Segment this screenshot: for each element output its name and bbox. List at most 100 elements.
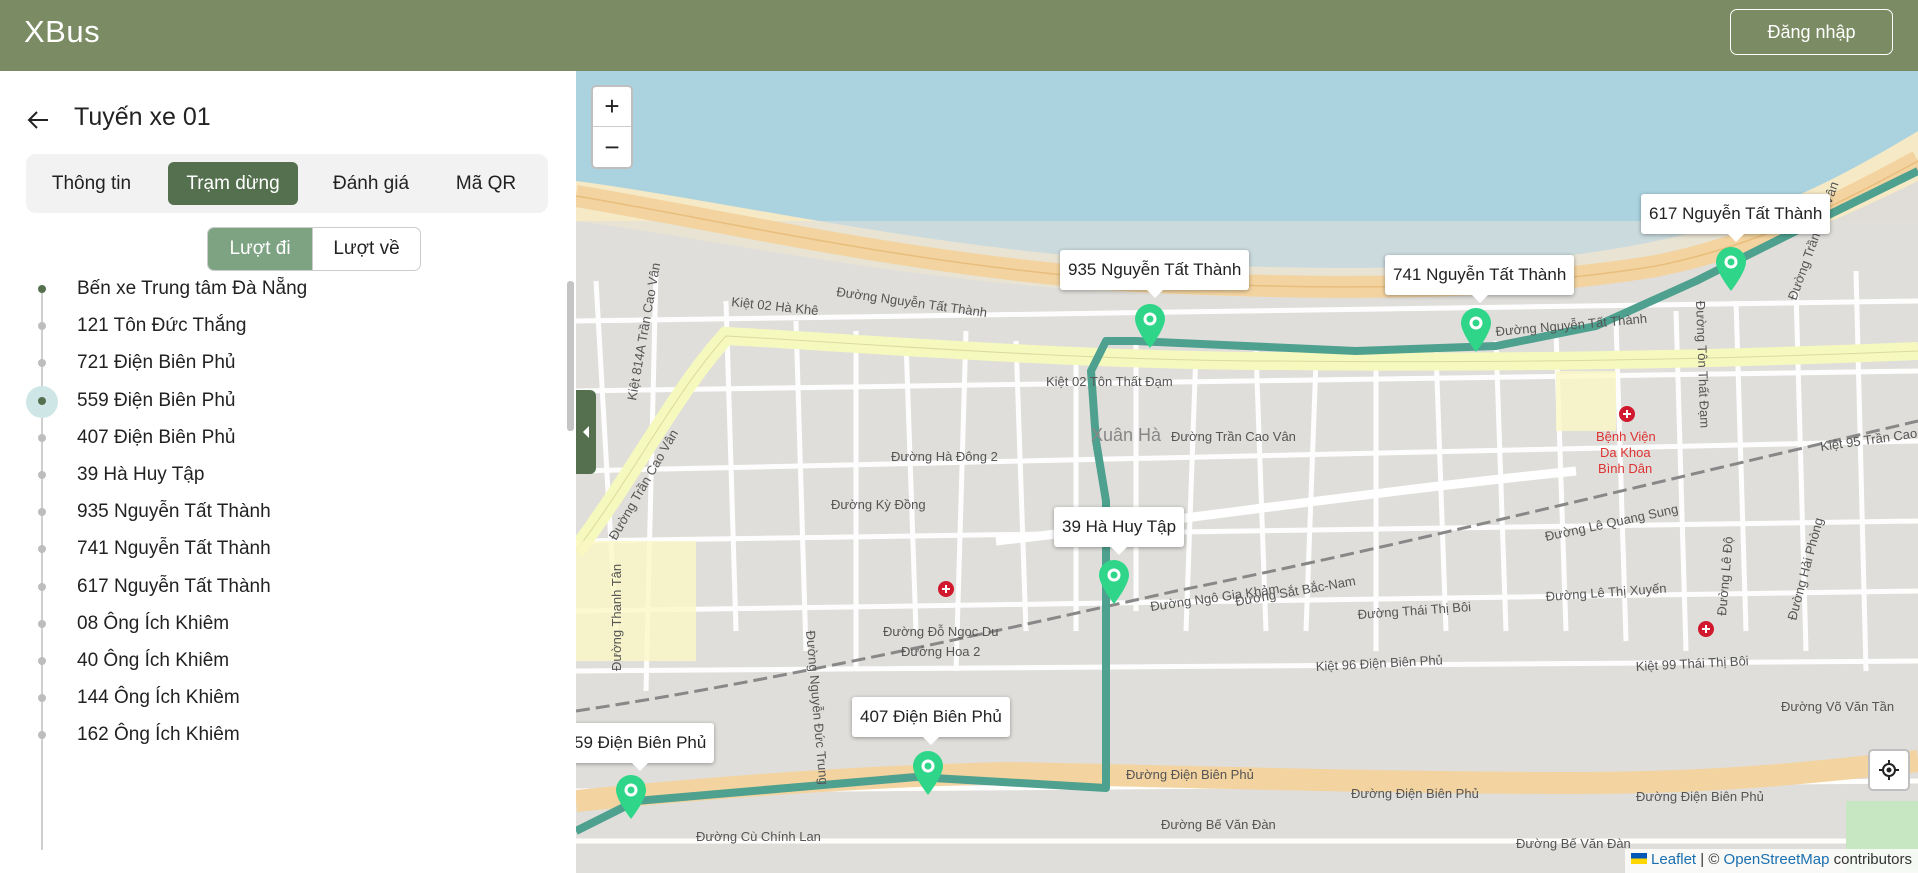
stop-dot-icon	[38, 359, 46, 368]
stop-list-item[interactable]: 121 Tôn Đức Thắng	[0, 311, 560, 341]
zoom-in-button[interactable]: +	[593, 87, 631, 127]
stop-list-item[interactable]: 741 Nguyễn Tất Thành	[0, 534, 560, 564]
stop-dot-icon	[38, 657, 46, 665]
street-label: Đường Đỗ Ngọc Du	[883, 624, 999, 639]
stop-dot-icon	[38, 508, 46, 517]
top-navbar: XBus Đăng nhập	[0, 0, 1918, 71]
stop-list-item[interactable]: 162 Ông Ích Khiêm	[0, 720, 560, 750]
street-label: Kiệt 02 Tôn Thất Đạm	[1046, 374, 1173, 389]
stop-dot-icon	[38, 471, 46, 479]
stop-name: 559 Điện Biên Phủ	[77, 389, 236, 411]
stop-dot-icon	[38, 694, 46, 703]
street-label: Đường Bế Văn Đàn	[1161, 817, 1276, 832]
stop-list-item[interactable]: 935 Nguyễn Tất Thành	[0, 497, 560, 527]
street-label: Đường Kỳ Đồng	[831, 497, 926, 512]
street-label: Đường Hoa 2	[901, 644, 980, 659]
stop-list-item[interactable]: 721 Điện Biên Phủ	[0, 348, 560, 378]
route-title: Tuyến xe 01	[74, 103, 211, 131]
stop-dot-icon	[38, 285, 46, 293]
direction-outbound-button[interactable]: Lượt đi	[208, 228, 312, 270]
stop-marker-pin-icon[interactable]	[1714, 246, 1748, 292]
street-label: Đường Điện Biên Phủ	[1126, 767, 1254, 782]
stop-list-item[interactable]: Bến xe Trung tâm Đà Nẵng	[0, 274, 560, 304]
stop-marker-pin-icon[interactable]	[1459, 307, 1493, 353]
stop-list-item[interactable]: 40 Ông Ích Khiêm	[0, 646, 560, 676]
hospital-icon	[1619, 406, 1635, 422]
map-attribution: Leaflet | © OpenStreetMap contributors	[1624, 849, 1918, 873]
stop-name: 721 Điện Biên Phủ	[77, 352, 236, 374]
street-label: Đường Thanh Tân	[609, 564, 624, 671]
street-label: Đường Điện Biên Phủ	[1636, 789, 1764, 804]
poi-label: Bệnh Viện	[1596, 429, 1656, 444]
osm-link[interactable]: OpenStreetMap	[1724, 851, 1830, 868]
hospital-icon	[938, 581, 954, 597]
tab-reviews[interactable]: Đánh giá	[316, 162, 426, 205]
poi-label: Bình Dân	[1598, 461, 1652, 476]
stop-name: 08 Ông Ích Khiêm	[77, 612, 230, 634]
direction-toggle: Lượt đi Lượt về	[207, 227, 421, 271]
stop-list-item[interactable]: 144 Ông Ích Khiêm	[0, 683, 560, 713]
stop-name: Bến xe Trung tâm Đà Nẵng	[77, 278, 308, 299]
stop-list-item[interactable]: 617 Nguyễn Tất Thành	[0, 572, 560, 602]
stop-name: 162 Ông Ích Khiêm	[77, 724, 240, 746]
tab-info[interactable]: Thông tin	[34, 162, 149, 205]
zoom-control: + −	[591, 85, 633, 169]
area-label: Xuân Hà	[1091, 425, 1162, 445]
direction-return-button[interactable]: Lượt về	[312, 228, 420, 270]
ukraine-flag-icon	[1630, 853, 1647, 864]
stop-marker-pin-icon[interactable]	[1133, 303, 1167, 349]
leaflet-link[interactable]: Leaflet	[1651, 851, 1696, 868]
tab-qr[interactable]: Mã QR	[436, 162, 536, 205]
stop-dot-icon	[38, 731, 46, 740]
stop-marker-pin-icon[interactable]	[1097, 559, 1131, 605]
stop-name: 39 Hà Huy Tập	[77, 464, 205, 485]
stop-dot-icon	[38, 433, 46, 442]
zoom-out-button[interactable]: −	[593, 127, 631, 167]
attribution-separator: | ©	[1696, 851, 1724, 868]
login-button[interactable]: Đăng nhập	[1730, 9, 1893, 55]
stop-popup-label: 741 Nguyễn Tất Thành	[1385, 255, 1575, 303]
stop-name: 935 Nguyễn Tất Thành	[77, 501, 271, 523]
stop-dot-icon	[38, 619, 46, 628]
stop-name: 144 Ông Ích Khiêm	[77, 687, 240, 709]
stop-popup-label: 407 Điện Biên Phủ	[852, 697, 1010, 745]
street-label: Đường Võ Văn Tần	[1781, 699, 1894, 714]
stop-name: 121 Tôn Đức Thắng	[77, 315, 247, 337]
street-label: Đường Cù Chính Lan	[696, 829, 821, 844]
street-label: Đường Điện Biên Phủ	[1351, 786, 1479, 801]
brand-logo[interactable]: XBus	[24, 14, 100, 50]
crosshair-icon	[1879, 760, 1899, 780]
stop-popup-label: 59 Điện Biên Phủ	[576, 723, 715, 771]
hospital-icon	[1698, 621, 1714, 637]
stop-list-item[interactable]: 08 Ông Ích Khiêm	[0, 609, 560, 639]
route-tabs: Thông tin Trạm dừng Đánh giá Mã QR	[26, 154, 548, 213]
street-label: Đường Hà Đông 2	[891, 449, 998, 464]
stop-name: 40 Ông Ích Khiêm	[77, 650, 230, 671]
stop-list-item[interactable]: 407 Điện Biên Phủ	[0, 423, 560, 453]
back-arrow-icon[interactable]	[26, 108, 50, 132]
stop-dot-icon	[38, 322, 46, 331]
stop-popup-label: 39 Hà Huy Tập	[1054, 507, 1185, 555]
stop-name: 407 Điện Biên Phủ	[77, 426, 236, 448]
stop-popup-label: 617 Nguyễn Tất Thành	[1641, 194, 1831, 242]
sidebar-scrollbar[interactable]	[567, 281, 574, 431]
tab-stops[interactable]: Trạm dừng	[168, 162, 298, 205]
collapse-sidebar-button[interactable]	[576, 390, 596, 474]
stop-marker-pin-icon[interactable]	[911, 750, 945, 796]
stop-popup-label: 935 Nguyễn Tất Thành	[1060, 250, 1250, 298]
street-label: Đường Trần Cao Vân	[1171, 429, 1296, 444]
stop-dot-icon	[38, 396, 46, 405]
stop-list-item[interactable]: 39 Hà Huy Tập	[0, 460, 560, 490]
stop-dot-icon	[38, 545, 46, 554]
chevron-left-icon	[583, 426, 589, 438]
stop-dot-icon	[38, 582, 46, 591]
stop-name: 617 Nguyễn Tất Thành	[77, 575, 271, 597]
street-label: Đường Bế Văn Đàn	[1516, 836, 1631, 851]
map-view[interactable]: Đường Nguyễn Tất Thành Đường Nguyễn Tất …	[576, 71, 1918, 873]
stop-list-item[interactable]: 559 Điện Biên Phủ	[0, 385, 560, 418]
attribution-tail: contributors	[1829, 851, 1912, 868]
map-basemap: Đường Nguyễn Tất Thành Đường Nguyễn Tất …	[576, 71, 1918, 873]
locate-me-button[interactable]	[1868, 749, 1910, 791]
poi-label: Da Khoa	[1600, 445, 1651, 460]
stop-marker-pin-icon[interactable]	[614, 774, 648, 820]
